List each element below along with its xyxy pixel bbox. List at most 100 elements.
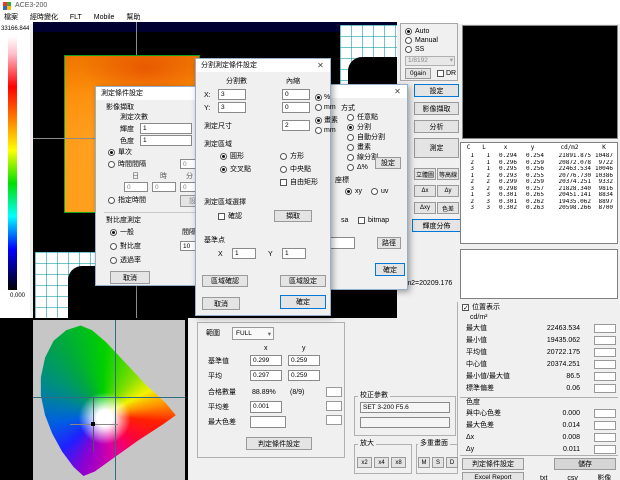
y-div-field[interactable]: 3 [218,102,246,113]
menu-file[interactable]: 檔案 [4,12,18,22]
chroma-count-field[interactable]: 1 [140,135,192,146]
area-confirm-button[interactable]: 區域確認 [202,275,248,287]
x-inset-field[interactable]: 0 [282,89,310,100]
day-field[interactable]: 0 [124,182,148,192]
pixel-radio[interactable] [315,117,322,124]
auto-label: Auto [415,28,429,36]
settings-button[interactable]: 設定 [414,84,459,97]
confirm-checkbox[interactable] [218,213,225,220]
menu-flt[interactable]: FLT [70,14,82,21]
cross-radio[interactable] [220,166,227,173]
hour-field[interactable]: 0 [152,182,176,192]
ok-button[interactable]: 確定 [280,295,326,309]
path-button[interactable]: 路徑 [377,237,401,249]
table-body: 1 1 0.294 0.254 21891.875 10487 2 1 0.29… [461,153,617,212]
close-icon[interactable]: ✕ [391,86,404,97]
multi-d-button[interactable]: D [446,457,458,468]
file-check[interactable]: csv檔 [557,473,579,480]
image-capture-button[interactable]: 影像擷取 [414,102,459,115]
transmit-radio[interactable] [110,257,117,264]
ok-button[interactable]: 確定 [375,263,405,276]
luminance-distribution-button[interactable]: 輝度分佈 [412,219,461,232]
method-radio[interactable] [347,144,354,151]
method-radio[interactable] [347,124,354,131]
contrast-radio[interactable] [110,243,117,250]
shutter-dropdown[interactable]: 1/8192 ▾ [405,56,455,66]
general-radio[interactable] [110,229,117,236]
delta-y-button[interactable]: Δy [437,185,459,197]
uv-radio[interactable] [371,188,378,195]
method-option[interactable]: 自動分割 [347,132,407,142]
save-button[interactable]: 儲存 [554,458,616,470]
ref-y-field[interactable]: 1 [282,248,306,259]
ss-radio[interactable] [405,46,412,53]
delta-xy-button[interactable]: Δxy [414,202,436,214]
luminance-count-field[interactable]: 1 [140,123,192,134]
mm2-radio[interactable] [315,127,322,134]
menu-temporal-change[interactable]: 經時變化 [30,12,58,22]
table-row[interactable]: 3 3 0.302 0.263 20598.266 8700 [461,205,617,212]
single-radio[interactable] [108,149,115,156]
view-3d-button[interactable]: 立體圖 [414,168,436,180]
contour-button[interactable]: 等高線 [437,168,459,180]
zoom-x4-button[interactable]: x4 [374,457,389,468]
manual-radio[interactable] [405,37,412,44]
cancel-button[interactable]: 取消 [110,271,150,284]
excel-report-button[interactable]: Excel Report [462,472,524,480]
file-check[interactable]: txt檔 [530,473,549,480]
zoom-x2-button[interactable]: x2 [357,457,372,468]
multi-m-button[interactable]: M [418,457,430,468]
dr-checkbox[interactable] [437,70,444,77]
measure-button[interactable]: 測定 [414,138,459,158]
size-field[interactable]: 2 [282,120,310,131]
percent-radio[interactable] [315,94,322,101]
dialog-title-bar[interactable]: 分割測定條件設定 [196,59,330,72]
position-display-checkbox[interactable] [462,304,469,311]
free-rect-checkbox[interactable] [280,179,287,186]
method-option[interactable]: 分割 [347,122,407,132]
interval-radio[interactable] [108,161,115,168]
xy-radio[interactable] [345,188,352,195]
analyze-button[interactable]: 分析 [414,120,459,133]
pixel-label: 畫素 [324,117,338,125]
judge-condition-button-2[interactable]: 判定條件設定 [246,437,312,450]
delta-x-button[interactable]: Δx [414,185,436,197]
circle-radio[interactable] [220,153,227,160]
file-check[interactable]: 影像檔 [587,473,612,480]
method-option[interactable]: 畫素 [347,142,407,152]
zoom-x8-button[interactable]: x8 [391,457,406,468]
cancel-button[interactable]: 取消 [202,297,240,310]
bitmap-checkbox[interactable] [358,217,365,224]
method-radio[interactable] [347,164,354,171]
menu-mobile[interactable]: Mobile [94,14,115,21]
result-listbox[interactable] [460,249,618,299]
close-icon[interactable]: ✕ [314,60,327,71]
multi-s-button[interactable]: S [432,457,444,468]
x-div-field[interactable]: 3 [218,89,246,100]
specified-time-radio[interactable] [108,197,115,204]
method-set-button[interactable]: 設定 [375,157,401,169]
center-radio[interactable] [280,166,287,173]
cie-diagram-panel[interactable] [0,318,188,480]
ref-x-field[interactable]: 1 [232,248,256,259]
method-radio[interactable] [347,134,354,141]
mm-radio[interactable] [315,104,322,111]
method-option[interactable]: 任意點 [347,112,407,122]
grab-button[interactable]: 擷取 [274,210,312,222]
color-diff-button[interactable]: 色差 [437,202,459,214]
judge-condition-button[interactable]: 判定條件設定 [462,458,524,470]
measurement-table[interactable]: CLxycd/m2K 1 1 0.294 0.254 21891.875 104… [460,142,618,244]
menu-help[interactable]: 幫助 [126,12,140,22]
square-radio[interactable] [280,153,287,160]
range-dropdown[interactable]: FULL ▾ [232,327,274,340]
zero-gain-button[interactable]: 0gain [405,68,431,79]
method-radio[interactable] [347,114,354,121]
interval-label: 時間間隔 [118,161,146,169]
auto-radio[interactable] [405,28,412,35]
y-inset-field[interactable]: 0 [282,102,310,113]
method-radio[interactable] [347,154,354,161]
table-header-cell: L [476,143,492,153]
area-set-button[interactable]: 區域設定 [280,275,326,287]
camera-image-view[interactable] [462,25,618,139]
avg-diff-field: 0.001 [250,401,282,413]
